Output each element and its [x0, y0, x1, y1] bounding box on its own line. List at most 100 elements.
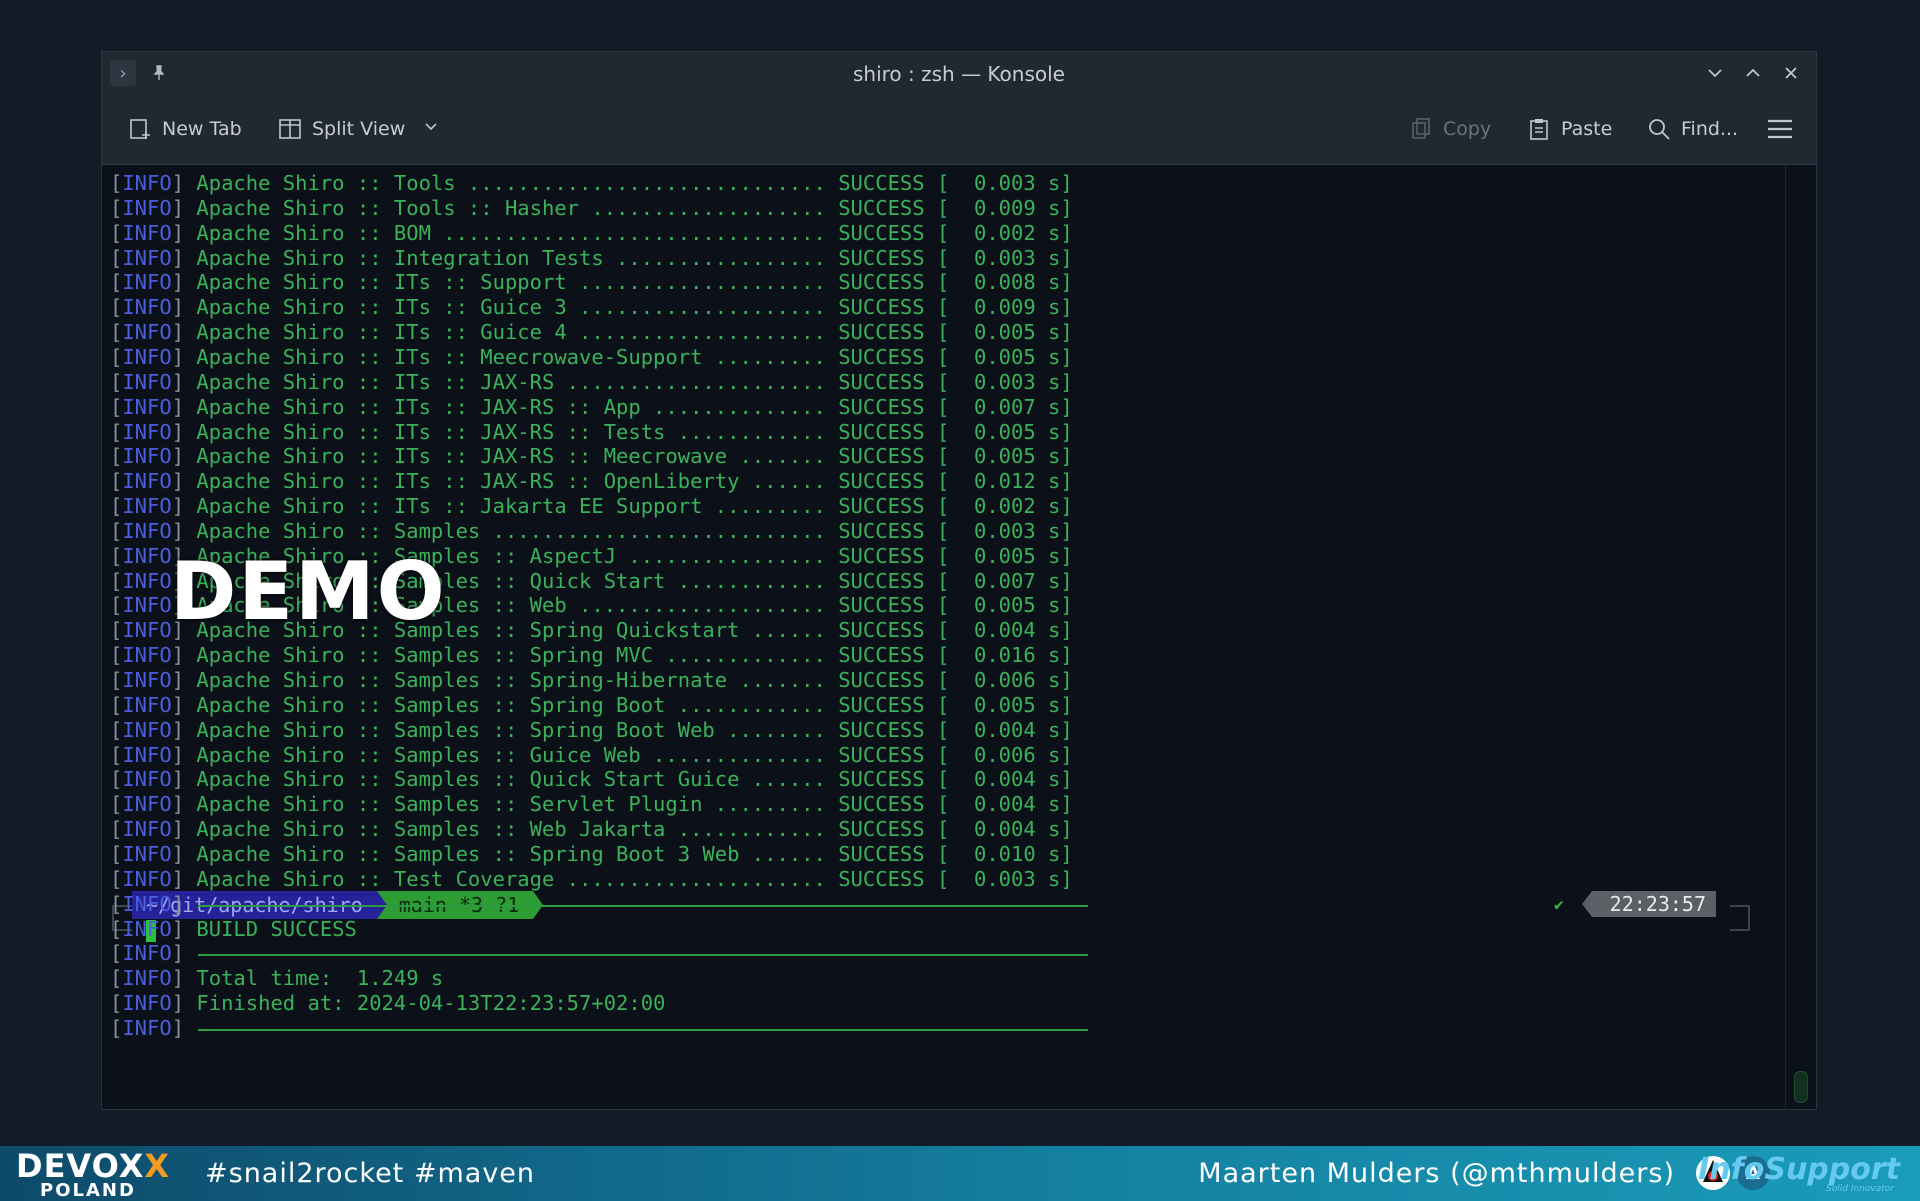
log-level-tag: INFO	[122, 195, 172, 220]
chevron-down-icon[interactable]	[423, 118, 439, 140]
module-status: SUCCESS	[838, 220, 925, 245]
log-level-tag: INFO	[122, 171, 172, 195]
module-duration: [ 0.003 s]	[936, 518, 1073, 543]
log-level-tag: INFO	[122, 568, 172, 593]
scrollbar-thumb[interactable]	[1794, 1071, 1808, 1103]
build-module-line: [INFO] Apache Shiro :: Tools :: Hasher .…	[110, 195, 1073, 220]
copy-icon	[1409, 117, 1433, 141]
devoxx-location: POLAND	[40, 1180, 136, 1201]
module-name: Apache Shiro :: ITs :: Meecrowave-Suppor…	[196, 344, 839, 369]
log-level-tag: INFO	[122, 618, 172, 643]
paste-button[interactable]: Paste	[1527, 112, 1612, 146]
module-status: SUCCESS	[838, 568, 925, 593]
close-icon[interactable]	[1778, 60, 1804, 86]
log-level-tag: INFO	[122, 1015, 172, 1040]
new-tab-icon	[128, 117, 152, 141]
paste-label: Paste	[1561, 118, 1613, 140]
right-prompt: ✔ 22:23:57	[1554, 891, 1716, 917]
prompt-time: 22:23:57	[1591, 891, 1716, 917]
hamburger-menu-icon[interactable]	[1767, 112, 1793, 146]
module-duration: [ 0.003 s]	[936, 369, 1073, 394]
module-status: SUCCESS	[838, 444, 925, 469]
module-duration: [ 0.016 s]	[936, 643, 1073, 668]
horizontal-rule	[198, 904, 1088, 907]
module-status: SUCCESS	[838, 295, 925, 320]
build-module-line: [INFO] Apache Shiro :: Samples :: Spring…	[110, 692, 1073, 717]
new-tab-button[interactable]: New Tab	[128, 112, 242, 146]
module-status: SUCCESS	[838, 344, 925, 369]
summary-line: [INFO] Total time: 1.249 s	[110, 966, 444, 991]
build-module-line: [INFO] Apache Shiro :: Samples :: Servle…	[110, 792, 1073, 817]
log-level-tag: INFO	[122, 344, 172, 369]
module-status: SUCCESS	[838, 593, 925, 618]
build-module-line: [INFO] Apache Shiro :: Samples :: Spring…	[110, 643, 1073, 668]
separator-line: [INFO]	[110, 1015, 197, 1040]
module-status: SUCCESS	[838, 618, 925, 643]
module-name: Apache Shiro :: ITs :: Guice 4 .........…	[196, 320, 839, 345]
log-level-tag: INFO	[122, 394, 172, 419]
module-status: SUCCESS	[838, 866, 925, 891]
module-status: SUCCESS	[838, 195, 925, 220]
speaker-name: Maarten Mulders (@mthmulders)	[1198, 1158, 1675, 1189]
log-level-tag: INFO	[122, 817, 172, 842]
module-status: SUCCESS	[838, 320, 925, 345]
build-module-line: [INFO] Apache Shiro :: ITs :: Guice 4 ..…	[110, 320, 1073, 345]
module-status: SUCCESS	[838, 369, 925, 394]
copy-label: Copy	[1443, 118, 1492, 140]
separator-line: [INFO]	[110, 941, 197, 966]
module-duration: [ 0.012 s]	[936, 469, 1073, 494]
build-module-line: [INFO] Apache Shiro :: ITs :: JAX-RS :: …	[110, 444, 1073, 469]
log-level-tag: INFO	[122, 643, 172, 668]
paste-icon	[1527, 117, 1551, 141]
module-name: Apache Shiro :: Samples ................…	[196, 518, 839, 543]
build-module-line: [INFO] Apache Shiro :: Samples :: Spring…	[110, 668, 1073, 692]
module-name: Apache Shiro :: Tools :: Hasher ........…	[196, 195, 839, 220]
module-status: SUCCESS	[838, 245, 925, 270]
summary-line: [INFO] BUILD SUCCESS	[110, 916, 357, 941]
minimize-icon[interactable]	[1702, 60, 1728, 86]
copy-button[interactable]: Copy	[1409, 112, 1491, 146]
module-duration: [ 0.003 s]	[936, 245, 1073, 270]
module-name: Apache Shiro :: Samples :: Web Jakarta .…	[196, 817, 839, 842]
module-duration: [ 0.010 s]	[936, 841, 1073, 866]
summary-line: [INFO] Finished at: 2024-04-13T22:23:57+…	[110, 991, 666, 1016]
module-duration: [ 0.004 s]	[936, 817, 1073, 842]
log-level-tag: INFO	[122, 494, 172, 519]
maximize-icon[interactable]	[1740, 60, 1766, 86]
module-duration: [ 0.005 s]	[936, 543, 1073, 568]
log-level-tag: INFO	[122, 245, 172, 270]
log-level-tag: INFO	[122, 668, 172, 692]
module-duration: [ 0.002 s]	[936, 220, 1073, 245]
module-status: SUCCESS	[838, 518, 925, 543]
module-duration: [ 0.004 s]	[936, 717, 1073, 742]
new-tab-label: New Tab	[162, 118, 242, 140]
title-bar: › shiro : zsh — Konsole	[102, 52, 1816, 94]
split-view-button[interactable]: Split View	[278, 112, 439, 146]
module-duration: [ 0.005 s]	[936, 320, 1073, 345]
module-duration: [ 0.005 s]	[936, 444, 1073, 469]
build-module-line: [INFO] Apache Shiro :: Integration Tests…	[110, 245, 1073, 270]
build-module-line: [INFO] Apache Shiro :: ITs :: JAX-RS :: …	[110, 469, 1073, 494]
module-name: Apache Shiro :: ITs :: Jakarta EE Suppor…	[196, 494, 839, 519]
build-module-line: [INFO] Apache Shiro :: Samples .........…	[110, 518, 1073, 543]
summary-text: Finished at: 2024-04-13T22:23:57+02:00	[196, 991, 666, 1016]
log-level-tag: INFO	[122, 717, 172, 742]
split-view-label: Split View	[312, 118, 406, 140]
module-status: SUCCESS	[838, 817, 925, 842]
module-name: Apache Shiro :: ITs :: Guice 3 .........…	[196, 295, 839, 320]
module-duration: [ 0.004 s]	[936, 767, 1073, 792]
module-name: Apache Shiro :: Samples :: Servlet Plugi…	[196, 792, 839, 817]
module-status: SUCCESS	[838, 692, 925, 717]
module-name: Apache Shiro :: Samples :: Quick Start G…	[196, 767, 839, 792]
split-view-icon	[278, 117, 302, 141]
module-duration: [ 0.005 s]	[936, 593, 1073, 618]
find-button[interactable]: Find...	[1647, 112, 1738, 146]
scrollbar[interactable]	[1785, 165, 1816, 1109]
module-duration: [ 0.004 s]	[936, 792, 1073, 817]
module-status: SUCCESS	[838, 494, 925, 519]
build-module-line: [INFO] Apache Shiro :: Samples :: Web Ja…	[110, 817, 1073, 842]
module-name: Apache Shiro :: ITs :: JAX-RS ..........…	[196, 369, 839, 394]
conference-footer: DEVOXX POLAND #snail2rocket #maven Maart…	[0, 1146, 1920, 1201]
log-level-tag: INFO	[122, 320, 172, 345]
log-level-tag: INFO	[122, 916, 172, 941]
